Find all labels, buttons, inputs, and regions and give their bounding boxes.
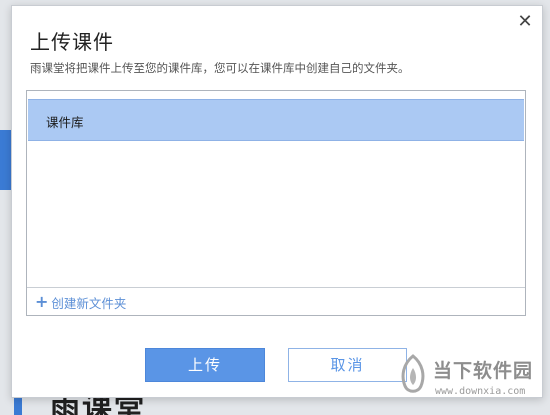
dialog-title: 上传课件 — [30, 30, 114, 54]
panel-divider — [27, 287, 525, 288]
watermark-logo-icon — [401, 354, 425, 393]
folder-list-panel: 课件库 + 创建新文件夹 — [26, 90, 526, 316]
create-folder-link[interactable]: + 创建新文件夹 — [35, 292, 126, 312]
close-icon[interactable]: ✕ — [516, 13, 534, 31]
list-item-courseware-library[interactable]: 课件库 — [28, 99, 524, 141]
cancel-button[interactable]: 取消 — [288, 348, 407, 382]
list-item-label: 课件库 — [46, 115, 84, 130]
watermark-url: www.downxia.com — [435, 386, 526, 397]
upload-button[interactable]: 上传 — [145, 348, 265, 382]
background-accent-bar — [14, 396, 22, 415]
watermark: 当下软件园 www.downxia.com — [397, 350, 547, 412]
plus-icon: + — [35, 292, 49, 311]
dialog-subtitle: 雨课堂将把课件上传至您的课件库，您可以在课件库中创建自己的文件夹。 — [30, 61, 410, 75]
create-folder-label: 创建新文件夹 — [51, 295, 127, 311]
upload-dialog: ✕ 上传课件 雨课堂将把课件上传至您的课件库，您可以在课件库中创建自己的文件夹。… — [11, 5, 543, 398]
watermark-title: 当下软件园 — [433, 360, 534, 382]
